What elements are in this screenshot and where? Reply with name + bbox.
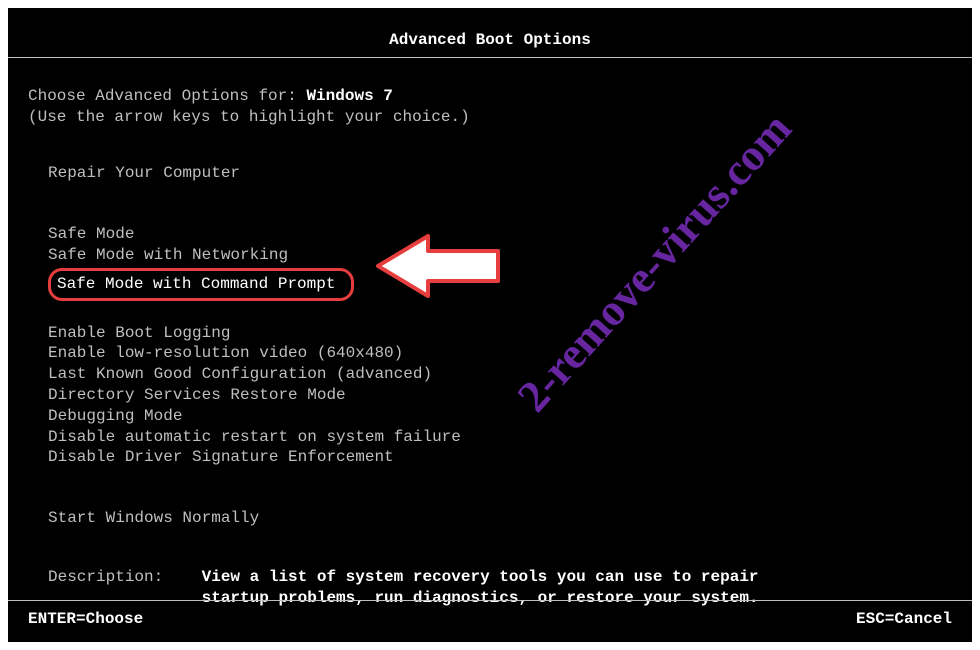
option-safe-mode-command-prompt[interactable]: Safe Mode with Command Prompt — [48, 268, 354, 301]
option-debugging-mode[interactable]: Debugging Mode — [48, 406, 972, 427]
esc-hint: ESC=Cancel — [856, 609, 952, 630]
options-list[interactable]: Repair Your Computer Safe Mode Safe Mode… — [28, 163, 972, 529]
instruction-line: (Use the arrow keys to highlight your ch… — [28, 107, 972, 128]
option-safe-mode-networking[interactable]: Safe Mode with Networking — [48, 245, 972, 266]
spacer — [48, 468, 972, 488]
spacer — [48, 184, 972, 204]
footer-bar: ENTER=Choose ESC=Cancel — [8, 600, 972, 630]
screen-title: Advanced Boot Options — [8, 8, 972, 58]
option-disable-auto-restart[interactable]: Disable automatic restart on system fail… — [48, 427, 972, 448]
choose-prompt: Choose Advanced Options for: Windows 7 — [28, 86, 972, 107]
spacer — [48, 303, 972, 323]
os-name: Windows 7 — [306, 87, 392, 105]
spacer — [48, 204, 972, 224]
description-line1: View a list of system recovery tools you… — [202, 567, 759, 588]
option-last-known-good[interactable]: Last Known Good Configuration (advanced) — [48, 364, 972, 385]
option-disable-driver-sig[interactable]: Disable Driver Signature Enforcement — [48, 447, 972, 468]
option-safe-mode[interactable]: Safe Mode — [48, 224, 972, 245]
option-low-res-video[interactable]: Enable low-resolution video (640x480) — [48, 343, 972, 364]
boot-screen: Advanced Boot Options Choose Advanced Op… — [8, 8, 972, 642]
spacer — [48, 488, 972, 508]
option-start-normally[interactable]: Start Windows Normally — [48, 508, 972, 529]
content-area: Choose Advanced Options for: Windows 7 (… — [8, 86, 972, 609]
prompt-prefix: Choose Advanced Options for: — [28, 87, 306, 105]
option-enable-boot-logging[interactable]: Enable Boot Logging — [48, 323, 972, 344]
option-repair-computer[interactable]: Repair Your Computer — [48, 163, 972, 184]
option-directory-services[interactable]: Directory Services Restore Mode — [48, 385, 972, 406]
enter-hint: ENTER=Choose — [28, 609, 143, 630]
